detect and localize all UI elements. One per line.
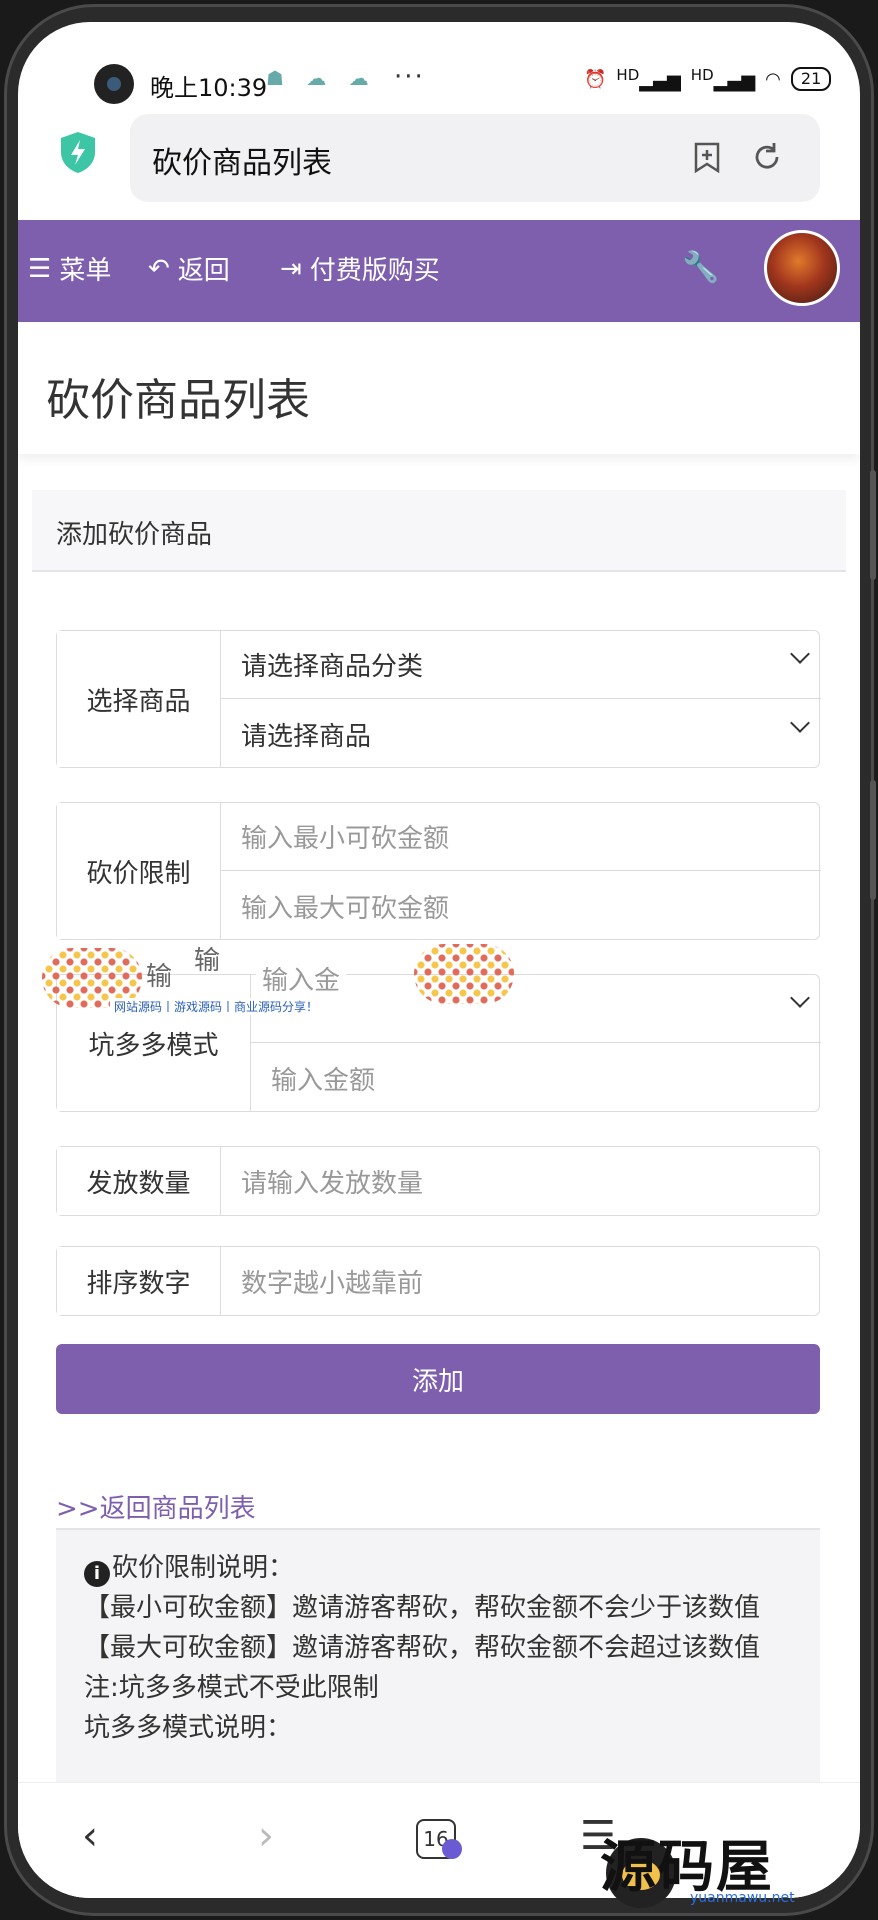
add-bookmark-icon[interactable] <box>690 140 724 174</box>
select-goods-group: 选择商品 请选择商品分类 请选择商品 <box>56 630 821 768</box>
sort-placeholder: 数字越小越靠前 <box>241 1268 424 1299</box>
chevron-down-icon <box>790 988 810 1008</box>
watermark-overlay: 输 输 输入金 网站源码丨游戏源码丨商业源码分享！ <box>34 932 514 1032</box>
top-nav: ☰ 菜单 ↶ 返回 ⇥ 付费版购买 🔧 <box>18 220 860 322</box>
signal-icon-2: HD▂▄▆ <box>690 66 756 92</box>
back-button[interactable]: ↶ 返回 <box>148 250 230 287</box>
watermark-url: yuanmawu.net <box>690 1890 795 1906</box>
bargain-limit-label: 砍价限制 <box>57 803 221 939</box>
chevron-down-icon <box>790 713 810 733</box>
category-select-value: 请选择商品分类 <box>241 652 424 682</box>
bargain-limit-group: 砍价限制 输入最小可砍金额 输入最大可砍金额 <box>56 802 821 940</box>
quantity-label: 发放数量 <box>57 1147 221 1215</box>
power-button <box>870 780 876 900</box>
forward-nav-icon[interactable]: › <box>258 1813 274 1859</box>
card-header: 添加砍价商品 <box>32 490 846 572</box>
pdd-amount-input[interactable]: 输入金额 <box>251 1044 821 1112</box>
sort-input[interactable]: 数字越小越靠前 <box>221 1247 821 1315</box>
wrench-icon[interactable]: 🔧 <box>682 250 719 285</box>
card-title: 添加砍价商品 <box>56 520 213 550</box>
back-to-list-link[interactable]: >>返回商品列表 <box>56 1488 256 1525</box>
shield-icon[interactable] <box>58 130 98 174</box>
overlay-text: 输 <box>194 946 221 976</box>
address-bar-title[interactable]: 砍价商品列表 <box>152 138 332 182</box>
add-card: 添加砍价商品 选择商品 请选择商品分类 请选择商品 砍价限制 输入最小可砍金额 … <box>32 490 846 1898</box>
wifi-icon: ◠ <box>765 68 781 90</box>
overlay-banner: 网站源码丨游戏源码丨商业源码分享！ <box>110 998 323 1015</box>
notes-line: 坑多多模式说明： <box>84 1713 293 1743</box>
battery-icon: 21 <box>790 67 832 91</box>
select-goods-label: 选择商品 <box>57 631 221 767</box>
notes-line: 【最小可砍金额】邀请游客帮砍，帮砍金额不会少于该数值 <box>84 1593 761 1623</box>
quantity-placeholder: 请输入发放数量 <box>241 1168 424 1199</box>
goods-select-value: 请选择商品 <box>241 721 372 752</box>
max-amount-placeholder: 输入最大可砍金额 <box>241 893 450 924</box>
menu-icon: ☰ <box>28 253 52 284</box>
sign-out-icon: ⇥ <box>280 253 302 284</box>
page-title: 砍价商品列表 <box>46 375 310 426</box>
decoration-garland <box>414 944 514 1004</box>
page-header: 砍价商品列表 <box>18 322 860 454</box>
status-time: 晚上10:39 <box>150 74 268 102</box>
info-icon: i <box>84 1561 110 1587</box>
goods-select[interactable]: 请选择商品 <box>221 700 821 768</box>
front-camera <box>94 64 134 104</box>
add-button[interactable]: 添加 <box>56 1344 820 1414</box>
overlay-input-text: 输入金 <box>256 956 347 1001</box>
avatar[interactable] <box>764 230 840 306</box>
min-amount-input[interactable]: 输入最小可砍金额 <box>221 803 821 871</box>
back-label: 返回 <box>177 256 230 286</box>
more-notifications-icon: ··· <box>394 62 425 92</box>
buy-paid-label: 付费版购买 <box>309 256 440 286</box>
sort-label: 排序数字 <box>57 1247 221 1315</box>
pdd-amount-placeholder: 输入金额 <box>271 1065 376 1096</box>
notification-icons: ☗ ☁ ☁ <box>266 66 377 90</box>
signal-icon-1: HD▂▄▆ <box>616 66 681 92</box>
notes-line: 【最大可砍金额】邀请游客帮砍，帮砍金额不会超过该数值 <box>84 1633 761 1663</box>
alarm-icon: ⏰ <box>584 68 607 90</box>
status-bar: 晚上10:39 ☗ ☁ ☁ ··· ⏰ HD▂▄▆ HD▂▄▆ ◠ 21 <box>18 22 860 112</box>
menu-label: 菜单 <box>59 256 112 286</box>
overlay-text: 输 <box>146 962 173 992</box>
volume-button <box>870 470 876 580</box>
quantity-input[interactable]: 请输入发放数量 <box>221 1147 821 1215</box>
refresh-icon[interactable] <box>750 140 784 174</box>
notes-line: 注:坑多多模式不受此限制 <box>84 1673 379 1703</box>
min-amount-placeholder: 输入最小可砍金额 <box>241 824 450 854</box>
phone-screen: 晚上10:39 ☗ ☁ ☁ ··· ⏰ HD▂▄▆ HD▂▄▆ ◠ 21 砍价商… <box>18 22 860 1898</box>
notes-title: i 砍价限制说明： <box>84 1548 792 1588</box>
sort-group: 排序数字 数字越小越靠前 <box>56 1246 820 1316</box>
quantity-group: 发放数量 请输入发放数量 <box>56 1146 820 1216</box>
max-amount-input[interactable]: 输入最大可砍金额 <box>221 872 821 940</box>
incognito-icon <box>442 1839 462 1859</box>
back-arrow-icon: ↶ <box>148 253 170 284</box>
menu-button[interactable]: ☰ 菜单 <box>28 250 111 287</box>
back-nav-icon[interactable]: ‹ <box>82 1813 98 1859</box>
chevron-down-icon <box>790 644 810 664</box>
status-right: ⏰ HD▂▄▆ HD▂▄▆ ◠ 21 <box>584 66 832 92</box>
buy-paid-button[interactable]: ⇥ 付费版购买 <box>280 250 440 287</box>
category-select[interactable]: 请选择商品分类 <box>221 631 821 699</box>
address-bar[interactable]: 砍价商品列表 <box>130 114 820 202</box>
